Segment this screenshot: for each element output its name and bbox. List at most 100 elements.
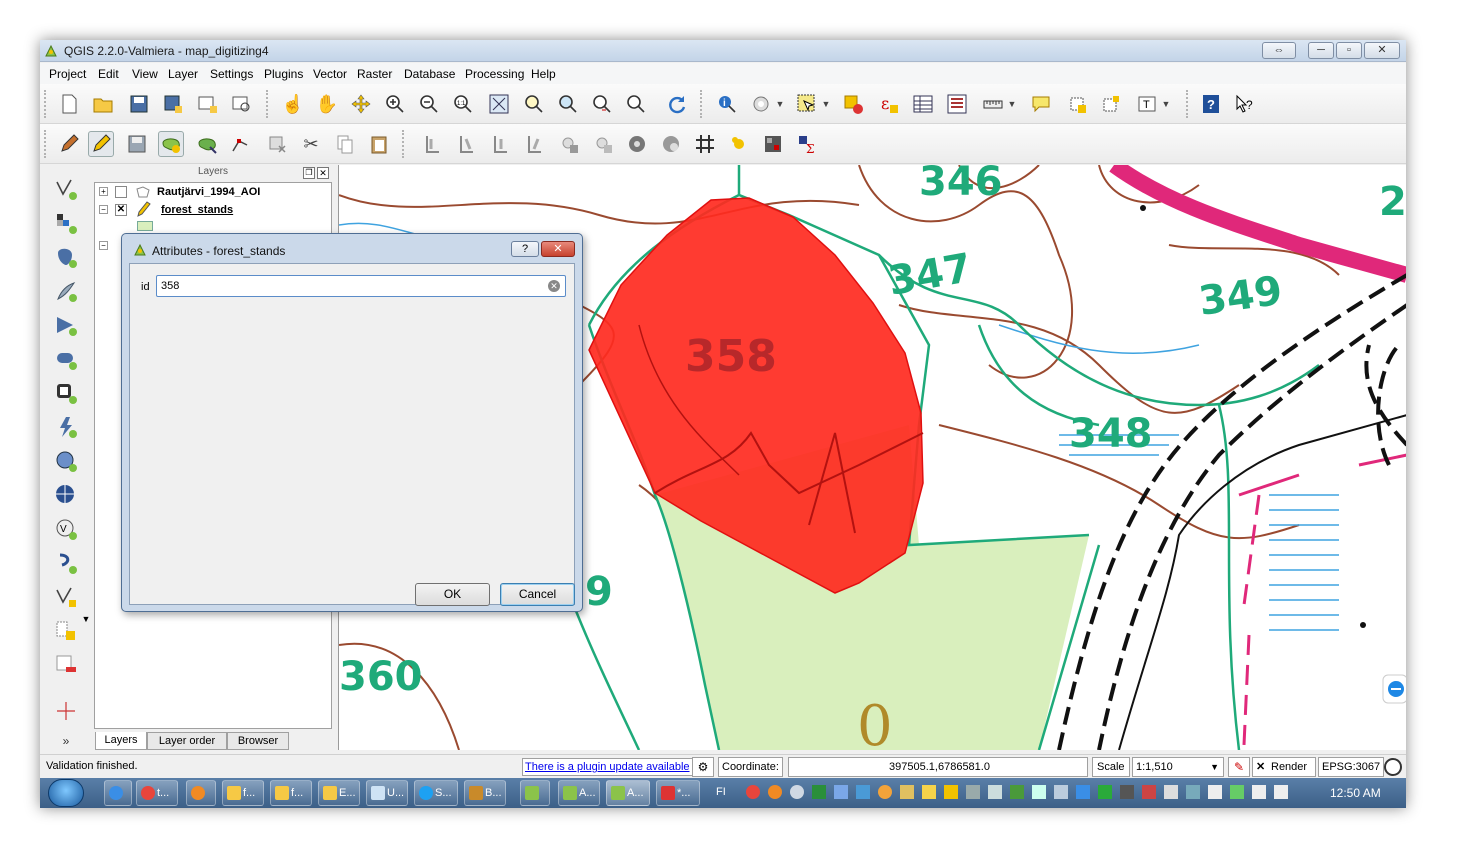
teamviewer-icon[interactable] <box>1382 674 1406 704</box>
crs-status[interactable]: EPSG:3067 <box>1318 757 1385 777</box>
tray-app-icon[interactable] <box>1142 785 1156 799</box>
zoom-out-icon[interactable] <box>416 91 442 117</box>
node-tool-icon[interactable] <box>228 131 254 157</box>
add-spatialite-layer-icon[interactable] <box>52 277 80 305</box>
scale-combobox[interactable]: 1:1,510 ▼ <box>1132 757 1224 777</box>
new-spatialite-layer-icon[interactable] <box>52 617 80 645</box>
tray-volume-icon[interactable] <box>1274 785 1288 799</box>
layer-name-forest-stands[interactable]: forest_stands <box>161 204 233 216</box>
whats-this-icon[interactable]: ? <box>1232 91 1258 117</box>
start-button-icon[interactable] <box>48 779 84 807</box>
new-bookmark-icon[interactable] <box>1064 91 1090 117</box>
current-edits-icon[interactable] <box>56 131 82 157</box>
remove-layer-icon[interactable] <box>52 651 80 679</box>
tray-firefox-icon[interactable] <box>768 785 782 799</box>
identify-features-icon[interactable]: i <box>714 91 740 117</box>
clear-field-icon[interactable]: ✕ <box>548 280 560 292</box>
menu-vector[interactable]: Vector <box>313 67 347 81</box>
save-as-icon[interactable] <box>160 91 186 117</box>
composer-manager-icon[interactable] <box>228 91 254 117</box>
tray-chrome-icon[interactable] <box>746 785 760 799</box>
tray-app-icon[interactable] <box>1120 785 1134 799</box>
tray-app-icon[interactable] <box>1186 785 1200 799</box>
paste-features-icon[interactable] <box>366 131 392 157</box>
tray-app-icon[interactable] <box>922 785 936 799</box>
tab-layers[interactable]: Layers <box>95 732 147 750</box>
tray-dropbox-icon[interactable] <box>856 785 870 799</box>
taskbar-notepad[interactable]: U... <box>366 780 408 806</box>
zoom-to-layer-icon[interactable] <box>554 91 580 117</box>
change-label-icon[interactable] <box>692 131 718 157</box>
rotate-label-icon[interactable] <box>658 131 684 157</box>
menu-edit[interactable]: Edit <box>98 67 119 81</box>
move-label-icon[interactable] <box>624 131 650 157</box>
menu-settings[interactable]: Settings <box>210 67 253 81</box>
tray-app-icon[interactable] <box>878 785 892 799</box>
delete-selected-icon[interactable] <box>264 131 290 157</box>
expand-icon[interactable]: + <box>99 187 108 196</box>
cut-features-icon[interactable]: ✂ <box>298 131 324 157</box>
label-tool-1-icon[interactable] <box>420 131 446 157</box>
show-hide-labels-icon[interactable] <box>556 131 582 157</box>
menu-processing[interactable]: Processing <box>465 67 524 81</box>
attribute-table-icon[interactable] <box>910 91 936 117</box>
deselect-all-icon[interactable] <box>840 91 866 117</box>
tab-browser[interactable]: Browser <box>227 732 289 750</box>
tray-bell-icon[interactable] <box>790 785 804 799</box>
tray-network-icon[interactable] <box>1252 785 1266 799</box>
tray-flag-icon[interactable] <box>1208 785 1222 799</box>
chevron-down-icon[interactable]: ▼ <box>80 605 92 633</box>
tray-app-icon[interactable] <box>966 785 980 799</box>
dialog-close-button[interactable]: ✕ <box>541 241 575 257</box>
dialog-help-button[interactable]: ? <box>511 241 539 257</box>
touch-zoom-pan-icon[interactable]: ☝ <box>280 91 306 117</box>
chevron-down-icon[interactable]: ▼ <box>1160 91 1172 117</box>
collapse-icon[interactable]: − <box>99 241 108 250</box>
add-raster-layer-icon[interactable] <box>52 209 80 237</box>
menu-plugins[interactable]: Plugins <box>264 67 303 81</box>
taskbar-folder-3[interactable]: E... <box>318 780 360 806</box>
taskbar-skype[interactable]: S... <box>414 780 458 806</box>
close-button[interactable]: ✕ <box>1364 42 1400 59</box>
select-features-icon[interactable] <box>794 91 820 117</box>
add-wms-layer-icon[interactable] <box>52 447 80 475</box>
toggle-extents-icon[interactable]: ⚙ <box>692 757 714 777</box>
new-print-composer-icon[interactable] <box>194 91 220 117</box>
add-gpx-layer-icon[interactable] <box>52 549 80 577</box>
add-feature-icon[interactable] <box>158 131 184 157</box>
refresh-icon[interactable] <box>664 91 690 117</box>
add-oracle-layer-icon[interactable] <box>52 345 80 373</box>
layer-checkbox[interactable] <box>115 186 127 198</box>
maximize-button[interactable]: ▫ <box>1336 42 1362 59</box>
zoom-to-selection-icon[interactable] <box>520 91 546 117</box>
taskbar-qgis-1[interactable] <box>520 780 550 806</box>
tray-app-icon[interactable] <box>1230 785 1244 799</box>
menu-database[interactable]: Database <box>404 67 455 81</box>
clock[interactable]: 12:50 AM <box>1330 786 1381 800</box>
plugin-update-link[interactable]: There is a plugin update available <box>522 758 693 776</box>
minimize-button[interactable]: ─ <box>1308 42 1334 59</box>
add-vector-layer-icon[interactable] <box>52 175 80 203</box>
field-calculator-icon[interactable] <box>944 91 970 117</box>
zoom-last-icon[interactable] <box>588 91 614 117</box>
measure-line-icon[interactable] <box>980 91 1006 117</box>
restore-size-button[interactable]: ⇔ <box>1262 42 1296 59</box>
selected-feature-polygon[interactable] <box>588 197 924 594</box>
label-tool-3-icon[interactable] <box>488 131 514 157</box>
menu-view[interactable]: View <box>132 67 158 81</box>
float-panel-icon[interactable]: ❐ <box>303 167 315 179</box>
tray-app-icon[interactable] <box>988 785 1002 799</box>
save-project-icon[interactable] <box>126 91 152 117</box>
stop-rendering-icon[interactable]: ✎ <box>1228 757 1250 777</box>
tray-drive-icon[interactable] <box>812 785 826 799</box>
collapse-icon[interactable]: − <box>99 205 108 214</box>
run-feature-action-icon[interactable] <box>748 91 774 117</box>
zoom-in-icon[interactable] <box>382 91 408 117</box>
select-by-expression-icon[interactable]: ε <box>876 91 902 117</box>
taskbar-app-b[interactable]: B... <box>464 780 506 806</box>
add-mssql-layer-icon[interactable] <box>52 311 80 339</box>
add-delimited-text-layer-icon[interactable]: V <box>52 515 80 543</box>
identify-point-icon[interactable] <box>726 131 752 157</box>
tray-app-icon[interactable] <box>1098 785 1112 799</box>
new-shapefile-layer-icon[interactable] <box>52 583 80 611</box>
